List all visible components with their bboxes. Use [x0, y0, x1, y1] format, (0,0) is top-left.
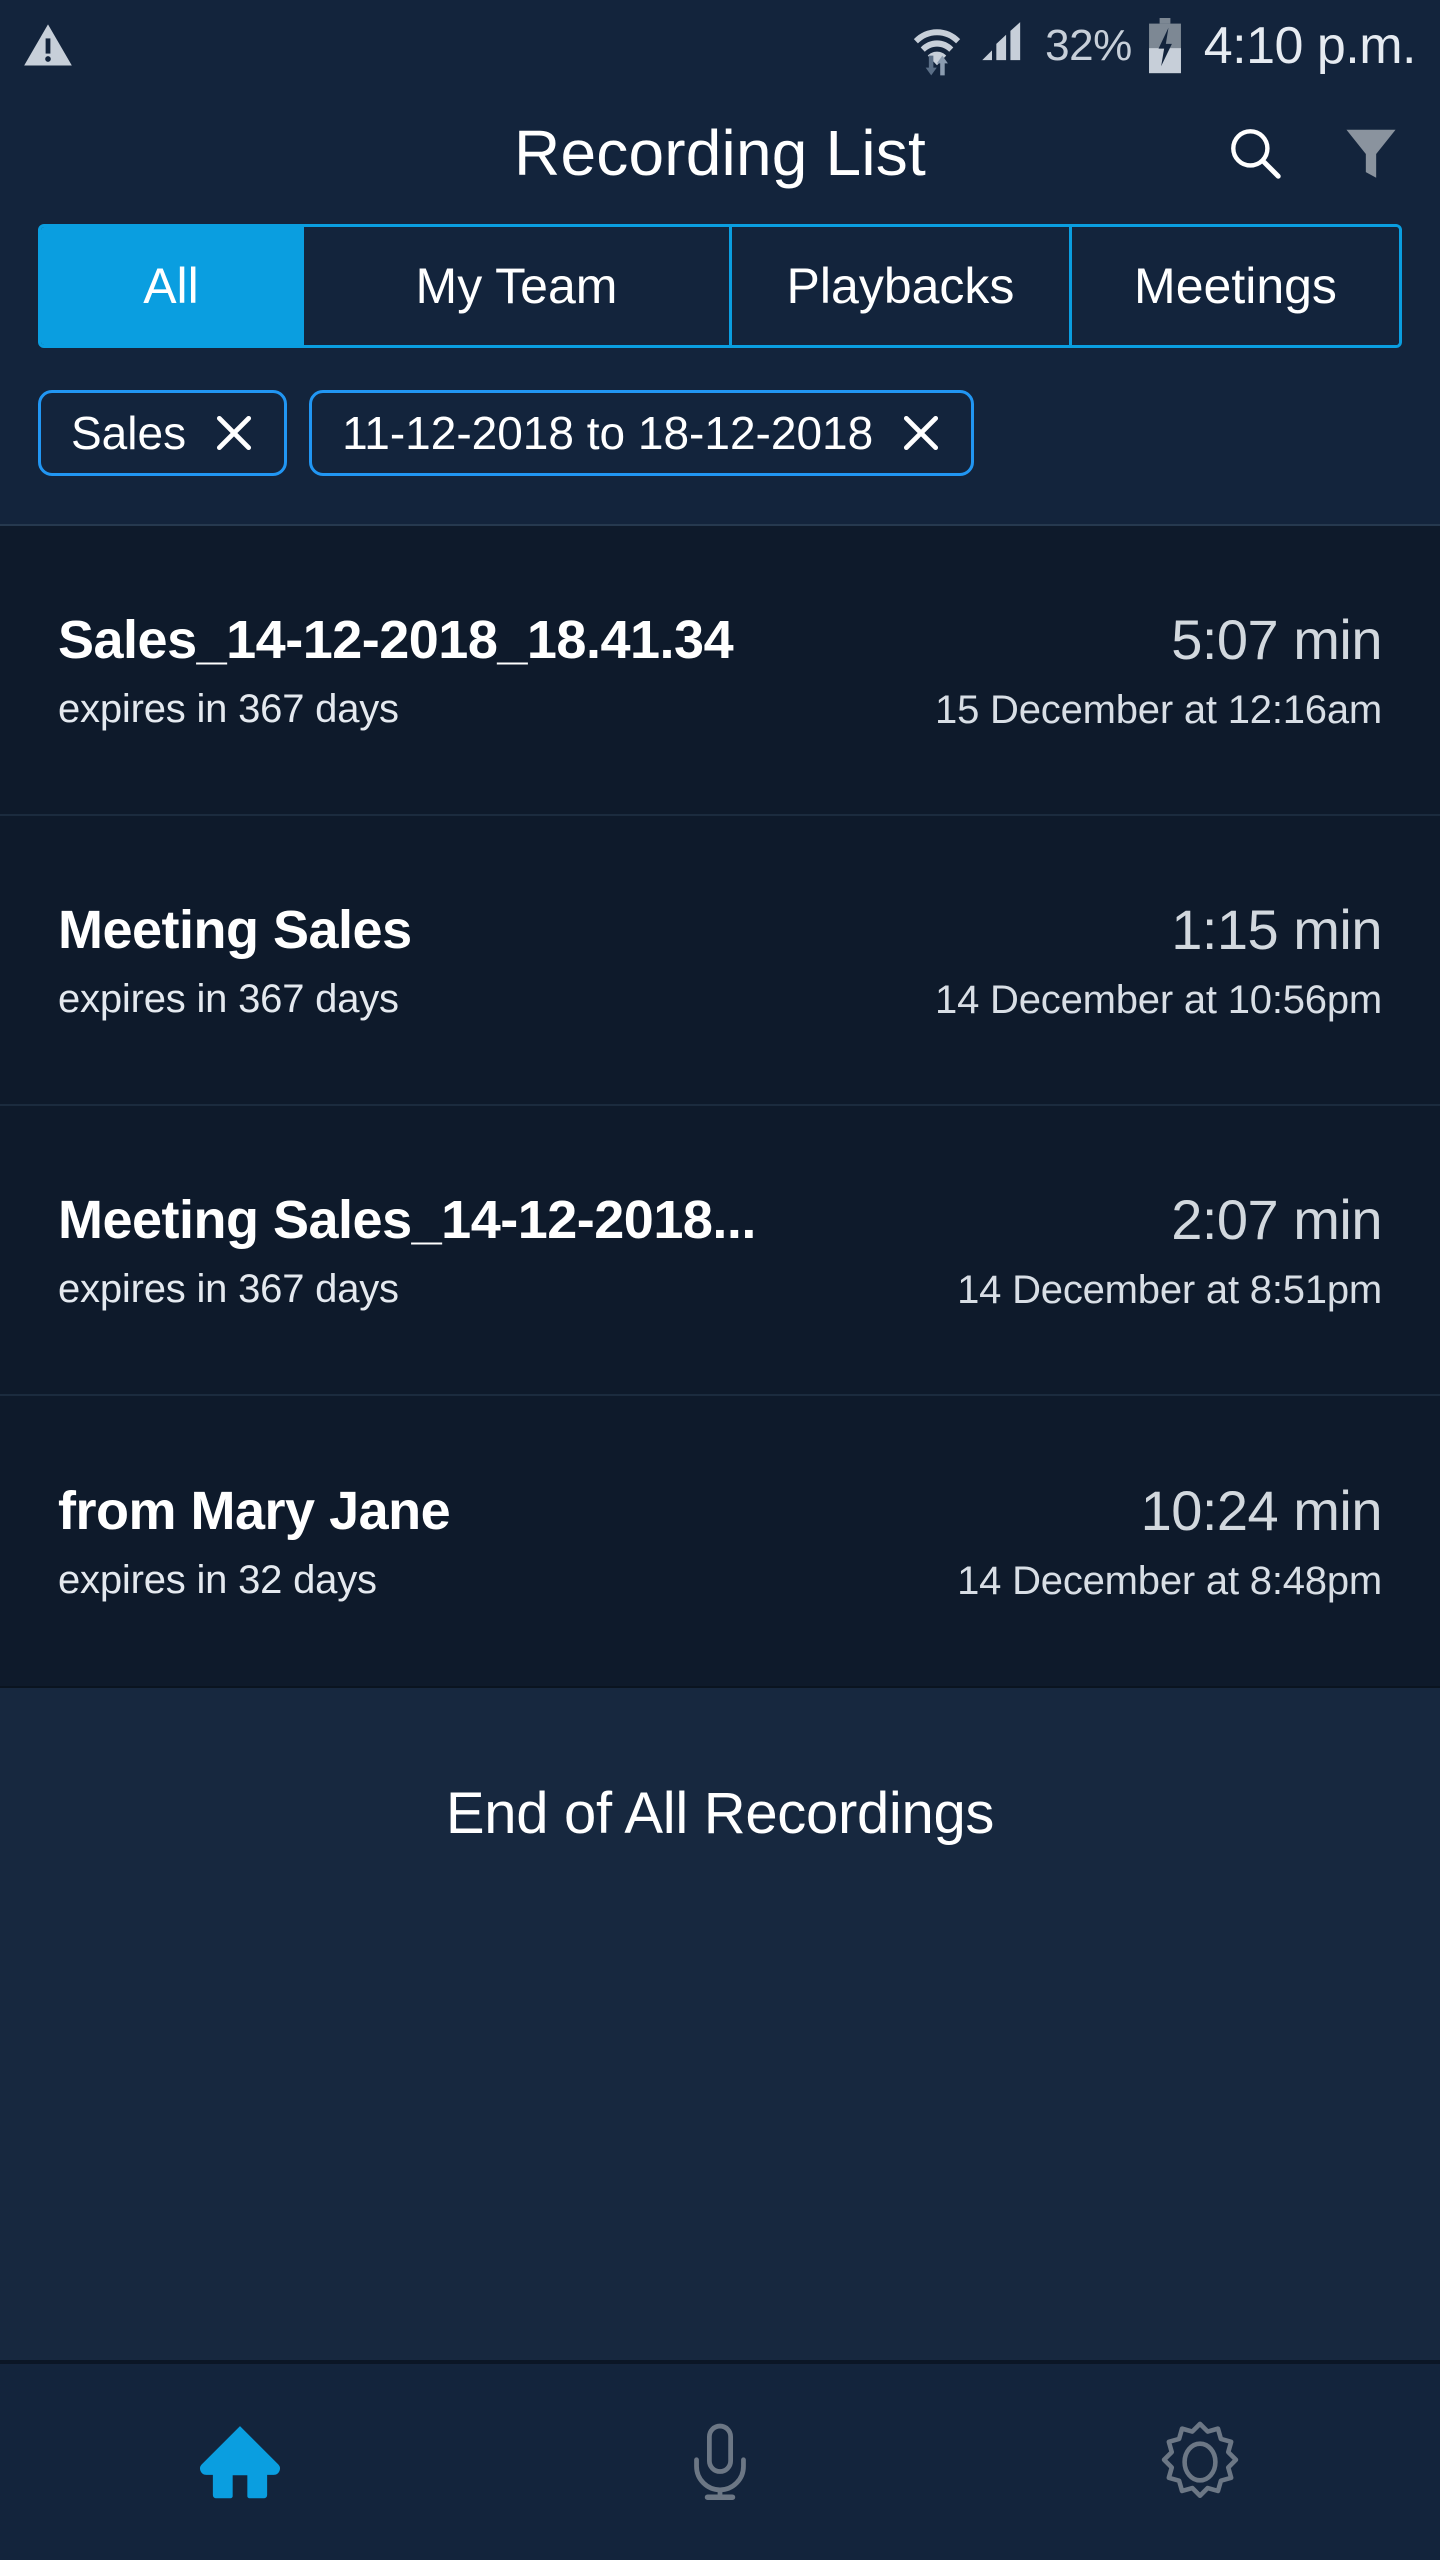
nav-item-home[interactable]: [0, 2364, 480, 2560]
close-icon[interactable]: [212, 411, 256, 455]
recording-expiry: expires in 367 days: [58, 1266, 399, 1311]
tab-my-team-label: My Team: [415, 258, 618, 314]
recording-title: Meeting Sales: [58, 899, 412, 960]
recording-duration: 1:15 min: [1171, 898, 1382, 961]
recording-meta: 10:24 min 14 December at 8:48pm: [937, 1478, 1382, 1604]
app-header: Recording List: [0, 92, 1440, 214]
status-bar: 32% 4:10 p.m.: [0, 0, 1440, 92]
recording-date: 15 December at 12:16am: [935, 688, 1382, 732]
recording-title: Sales_14-12-2018_18.41.34: [58, 609, 734, 670]
recording-meta: 1:15 min 14 December at 10:56pm: [915, 897, 1382, 1023]
recording-list: Sales_14-12-2018_18.41.34 expires in 367…: [0, 524, 1440, 1686]
tab-all[interactable]: All: [41, 227, 301, 345]
recording-info: Meeting Sales_14-12-2018... expires in 3…: [58, 1189, 756, 1312]
recording-title: from Mary Jane: [58, 1480, 451, 1541]
list-footer: End of All Recordings: [0, 1686, 1440, 2360]
filter-chip-date-range-label: 11-12-2018 to 18-12-2018: [342, 407, 874, 459]
recording-duration: 10:24 min: [1140, 1479, 1383, 1542]
recording-expiry: expires in 367 days: [58, 686, 399, 731]
recording-date: 14 December at 10:56pm: [935, 978, 1382, 1022]
recording-date: 14 December at 8:51pm: [957, 1268, 1382, 1312]
search-button[interactable]: [1216, 114, 1294, 192]
filter-button[interactable]: [1332, 114, 1410, 192]
warning-triangle-icon: [24, 24, 72, 66]
recording-info: from Mary Jane expires in 32 days: [58, 1480, 451, 1603]
status-bar-clock: 4:10 p.m.: [1203, 17, 1417, 75]
table-row[interactable]: Sales_14-12-2018_18.41.34 expires in 367…: [0, 526, 1440, 816]
recording-duration: 2:07 min: [1171, 1188, 1382, 1251]
gear-icon: [1161, 2421, 1239, 2499]
recording-info: Meeting Sales expires in 367 days: [58, 899, 412, 1022]
filter-funnel-icon: [1346, 129, 1396, 178]
battery-percent: 32%: [1045, 21, 1132, 70]
microphone-icon: [694, 2423, 746, 2500]
tab-bar: All My Team Playbacks Meetings: [38, 224, 1402, 348]
recording-info: Sales_14-12-2018_18.41.34 expires in 367…: [58, 609, 734, 732]
wifi-transfer-icon: [913, 29, 961, 76]
filter-chip-date-range[interactable]: 11-12-2018 to 18-12-2018: [309, 390, 975, 476]
filter-chip-bar: Sales 11-12-2018 to 18-12-2018: [0, 370, 1440, 496]
filter-chip-sales-label: Sales: [71, 407, 187, 459]
recording-title: Meeting Sales_14-12-2018...: [58, 1189, 756, 1250]
app-screen: 32% 4:10 p.m. Recording List All My Team…: [0, 0, 1440, 2560]
end-of-list-text: End of All Recordings: [445, 1781, 995, 1846]
tab-playbacks-label: Playbacks: [786, 258, 1015, 314]
nav-item-settings[interactable]: [960, 2364, 1440, 2560]
tab-my-team[interactable]: My Team: [301, 227, 729, 345]
table-row[interactable]: from Mary Jane expires in 32 days 10:24 …: [0, 1396, 1440, 1686]
recording-meta: 5:07 min 15 December at 12:16am: [915, 607, 1382, 733]
search-icon: [1231, 129, 1281, 179]
recording-expiry: expires in 32 days: [58, 1557, 377, 1602]
status-bar-right: 32% 4:10 p.m.: [909, 16, 1417, 76]
nav-item-record[interactable]: [480, 2364, 960, 2560]
filter-chip-sales[interactable]: Sales: [38, 390, 288, 476]
table-row[interactable]: Meeting Sales_14-12-2018... expires in 3…: [0, 1106, 1440, 1396]
table-row[interactable]: Meeting Sales expires in 367 days 1:15 m…: [0, 816, 1440, 1106]
tab-playbacks[interactable]: Playbacks: [729, 227, 1069, 345]
recording-meta: 2:07 min 14 December at 8:51pm: [937, 1187, 1382, 1313]
tab-all-label: All: [143, 258, 199, 314]
tab-meetings[interactable]: Meetings: [1069, 227, 1399, 345]
close-icon[interactable]: [899, 411, 943, 455]
bottom-navigation-bar: [0, 2360, 1440, 2560]
battery-charging-icon: [1148, 18, 1181, 74]
home-icon: [200, 2426, 280, 2499]
tab-meetings-label: Meetings: [1134, 258, 1337, 314]
recording-expiry: expires in 367 days: [58, 976, 399, 1021]
recording-date: 14 December at 8:48pm: [957, 1559, 1382, 1603]
header-actions: [1216, 114, 1410, 192]
status-bar-left: [22, 20, 74, 72]
cellular-signal-icon: [982, 22, 1021, 61]
recording-duration: 5:07 min: [1171, 608, 1382, 671]
